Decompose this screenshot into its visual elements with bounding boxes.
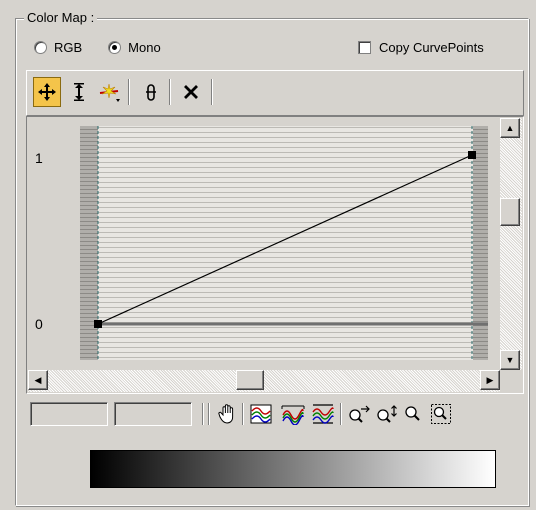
- vertical-scroll-thumb[interactable]: [500, 198, 520, 226]
- bottom-separator: [208, 403, 210, 425]
- zoom-horizontally-icon[interactable]: [346, 401, 372, 427]
- mono-radio-circle[interactable]: [108, 41, 122, 54]
- curve-graph[interactable]: 1 0: [28, 118, 500, 366]
- scroll-down-arrow-icon[interactable]: ▼: [500, 350, 520, 370]
- zoom-horizontal-extents-icon[interactable]: [280, 401, 306, 427]
- curve-graph-frame: 1 0 ▲ ▼ ◀ ▶: [26, 116, 524, 394]
- delete-point-icon[interactable]: [177, 77, 205, 107]
- rgb-radio-label: RGB: [54, 40, 83, 55]
- copy-curve-points-label: Copy CurvePoints: [379, 40, 484, 55]
- move-icon[interactable]: [33, 77, 61, 107]
- mono-radio-label: Mono: [128, 40, 161, 55]
- horizontal-scrollbar[interactable]: ◀ ▶: [28, 370, 500, 392]
- point-y-field[interactable]: [114, 402, 192, 426]
- bottom-separator: [340, 403, 342, 425]
- copy-curve-points-checkbox[interactable]: Copy CurvePoints: [358, 40, 484, 55]
- rgb-radio-circle[interactable]: [34, 41, 47, 54]
- insert-point-icon[interactable]: [95, 77, 123, 107]
- bottom-separator: [202, 403, 204, 425]
- y-label-one: 1: [35, 150, 43, 166]
- zoom-icon[interactable]: [400, 401, 426, 427]
- scroll-right-arrow-icon[interactable]: ▶: [480, 370, 500, 390]
- horizontal-scroll-thumb[interactable]: [236, 370, 264, 390]
- zoom-region-icon[interactable]: [428, 401, 454, 427]
- toolbar-separator: [211, 79, 213, 105]
- bottom-separator: [242, 403, 244, 425]
- toolbar-separator: [128, 79, 130, 105]
- color-map-gradient: [90, 450, 496, 488]
- mode-radio-group: RGB Mono: [34, 40, 187, 55]
- toolbar-separator: [169, 79, 171, 105]
- zoom-extents-icon[interactable]: [248, 401, 274, 427]
- scroll-up-arrow-icon[interactable]: ▲: [500, 118, 520, 138]
- scroll-left-arrow-icon[interactable]: ◀: [28, 370, 48, 390]
- zoom-vertically-icon[interactable]: [374, 401, 400, 427]
- graph-bottom-toolbar: [26, 398, 524, 430]
- y-label-zero: 0: [35, 316, 43, 332]
- zoom-value-extents-icon[interactable]: [310, 401, 336, 427]
- curve-point-start[interactable]: [94, 320, 102, 328]
- rgb-radio[interactable]: RGB: [34, 40, 82, 55]
- pan-icon[interactable]: [214, 401, 240, 427]
- mono-radio[interactable]: Mono: [108, 40, 161, 55]
- curve-toolbar: [26, 70, 524, 116]
- reset-curves-icon[interactable]: [137, 77, 165, 107]
- scale-vertical-icon[interactable]: [65, 77, 93, 107]
- point-x-field[interactable]: [30, 402, 108, 426]
- color-map-title: Color Map :: [24, 10, 98, 26]
- vertical-scrollbar[interactable]: ▲ ▼: [500, 118, 522, 370]
- copy-curve-points-box[interactable]: [358, 41, 371, 54]
- curve-point-end[interactable]: [468, 151, 476, 159]
